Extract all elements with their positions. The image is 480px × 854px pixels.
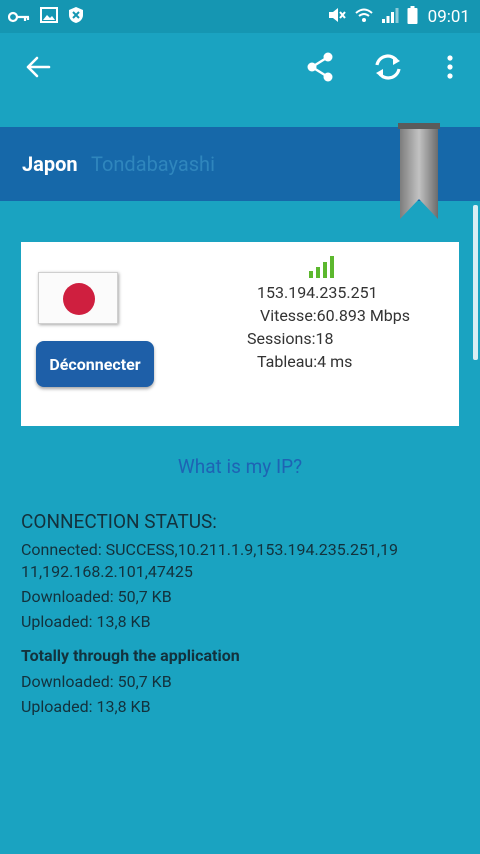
total-downloaded-text: Downloaded: 50,7 KB [21, 672, 172, 691]
mute-icon [327, 6, 347, 28]
toolbar [0, 33, 480, 105]
shield-icon [68, 6, 84, 28]
share-icon [306, 52, 334, 86]
country-name: Japon [22, 152, 78, 176]
server-ping: Tableau:4 ms [257, 352, 353, 371]
totally-title: Totally through the application [21, 646, 240, 665]
back-button[interactable] [18, 49, 58, 89]
totally-details: Downloaded: 50,7 KB Uploaded: 13,8 KB [21, 669, 172, 719]
status-right-icons: 09:01 [327, 6, 470, 28]
bookmark-icon[interactable] [398, 123, 440, 221]
signal-icon [381, 6, 399, 28]
battery-icon [407, 6, 418, 28]
connected-line-2: 11,192.168.2.101,47425 [21, 562, 193, 581]
arrow-left-icon [25, 56, 51, 82]
downloaded-text: Downloaded: 50,7 KB [21, 587, 172, 606]
more-vert-icon [447, 55, 453, 83]
status-bar: 09:01 [0, 0, 480, 33]
signal-strength-icon [308, 254, 338, 278]
server-sessions: Sessions:18 [247, 329, 334, 348]
refresh-icon [371, 52, 405, 86]
disconnect-button[interactable]: Déconnecter [36, 341, 154, 387]
japan-flag-icon [38, 272, 118, 324]
connection-status-details: Connected: SUCCESS,10.211.1.9,153.194.23… [21, 539, 461, 633]
server-speed: Vitesse:60.893 Mbps [260, 306, 411, 325]
city-name: Tondabayashi [91, 152, 215, 176]
connected-line-1: Connected: SUCCESS,10.211.1.9,153.194.23… [21, 540, 399, 559]
status-left-icons [7, 6, 84, 28]
uploaded-text: Uploaded: 13,8 KB [21, 612, 151, 631]
connection-status-title: CONNECTION STATUS: [21, 510, 217, 533]
what-is-my-ip-link[interactable]: What is my IP? [0, 455, 480, 478]
status-time: 09:01 [427, 7, 470, 27]
key-icon [7, 8, 30, 27]
refresh-button[interactable] [368, 49, 408, 89]
total-uploaded-text: Uploaded: 13,8 KB [21, 697, 151, 716]
scrollbar[interactable] [473, 205, 478, 360]
wifi-icon [354, 6, 373, 28]
more-options-button[interactable] [430, 49, 470, 89]
image-icon [40, 7, 58, 27]
server-ip: 153.194.235.251 [257, 283, 378, 302]
server-card: Déconnecter 153.194.235.251 Vitesse:60.8… [21, 242, 459, 426]
share-button[interactable] [300, 49, 340, 89]
